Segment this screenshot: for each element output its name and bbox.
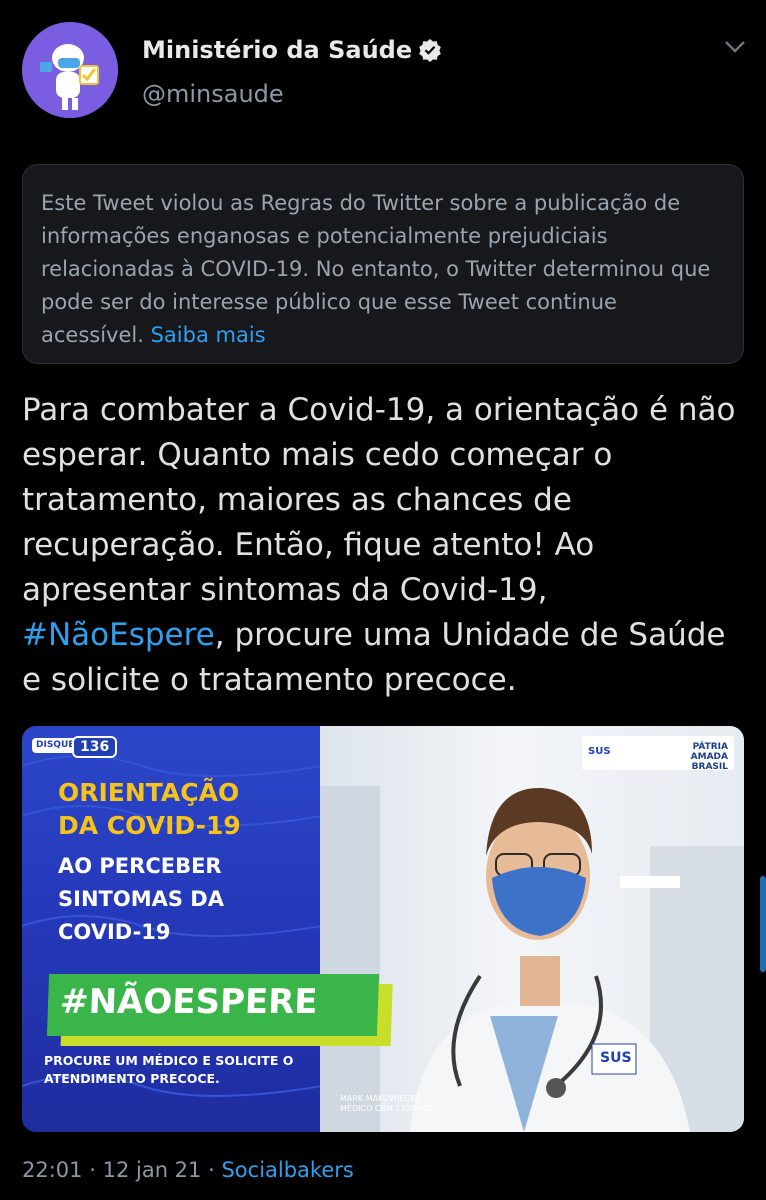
meta-separator: ·	[89, 1158, 96, 1182]
media-subtitle: AO PERCEBER SINTOMAS DA COVID-19	[58, 854, 224, 944]
tweet-text-before: Para combater a Covid-19, a orientação é…	[22, 392, 736, 608]
scrollbar-thumb[interactable]	[760, 876, 766, 972]
doctor-caption: MARK MAKOWIECKY MÉDICO CRM 17394/DF	[340, 1094, 434, 1114]
media-photo-panel: SUS PÁTRIA AMADA BRASIL SUS	[320, 726, 744, 1132]
media-title: ORIENTAÇÃO DA COVID-19	[58, 778, 241, 840]
notice-text-block: Este Tweet violou as Regras do Twitter s…	[41, 187, 725, 352]
policy-notice: Este Tweet violou as Regras do Twitter s…	[22, 164, 744, 364]
author-name-row[interactable]: Ministério da Saúde	[142, 36, 442, 64]
mascot-icon	[22, 22, 118, 118]
hashtag-link[interactable]: #NãoEspere	[22, 617, 215, 653]
meta-separator: ·	[208, 1158, 215, 1182]
disque-saude-number: 136	[72, 736, 118, 758]
tweet-meta: 22:01 · 12 jan 21 · Socialbakers	[22, 1158, 354, 1182]
sus-logo-text: SUS	[588, 746, 611, 757]
tweet-date[interactable]: 12 jan 21	[103, 1158, 202, 1182]
avatar[interactable]	[22, 22, 118, 118]
tweet-source-link[interactable]: Socialbakers	[221, 1158, 353, 1182]
chevron-down-icon[interactable]	[724, 40, 746, 54]
media-footer: PROCURE UM MÉDICO E SOLICITE O ATENDIMEN…	[44, 1053, 294, 1086]
notice-text: Este Tweet violou as Regras do Twitter s…	[41, 191, 711, 347]
learn-more-link[interactable]: Saiba mais	[151, 323, 266, 347]
tweet-media-image[interactable]: DISQUE SAÚDE 136 ORIENTAÇÃO DA COVID-19 …	[22, 726, 744, 1132]
coat-badge-text: SUS	[600, 1050, 632, 1066]
author-handle[interactable]: @minsaude	[142, 80, 284, 108]
government-logos: SUS PÁTRIA AMADA BRASIL	[582, 736, 734, 772]
author-name[interactable]: Ministério da Saúde	[142, 36, 412, 64]
media-blue-panel: DISQUE SAÚDE 136 ORIENTAÇÃO DA COVID-19 …	[22, 726, 320, 1132]
brasil-logo-text: PÁTRIA AMADA BRASIL	[690, 742, 728, 772]
tweet-text: Para combater a Covid-19, a orientação é…	[22, 388, 748, 703]
tweet-time[interactable]: 22:01	[22, 1158, 83, 1182]
verified-badge-icon	[419, 39, 441, 62]
doctor-crm: MÉDICO CRM 17394/DF	[340, 1104, 435, 1113]
tweet-header: Ministério da Saúde @minsaude	[0, 0, 766, 130]
doctor-name: MARK MAKOWIECKY	[340, 1094, 420, 1103]
naoespere-text: #NÃOESPERE	[59, 982, 319, 1022]
doctor-illustration	[320, 786, 744, 1132]
naoespere-banner: #NÃOESPERE	[46, 974, 380, 1036]
